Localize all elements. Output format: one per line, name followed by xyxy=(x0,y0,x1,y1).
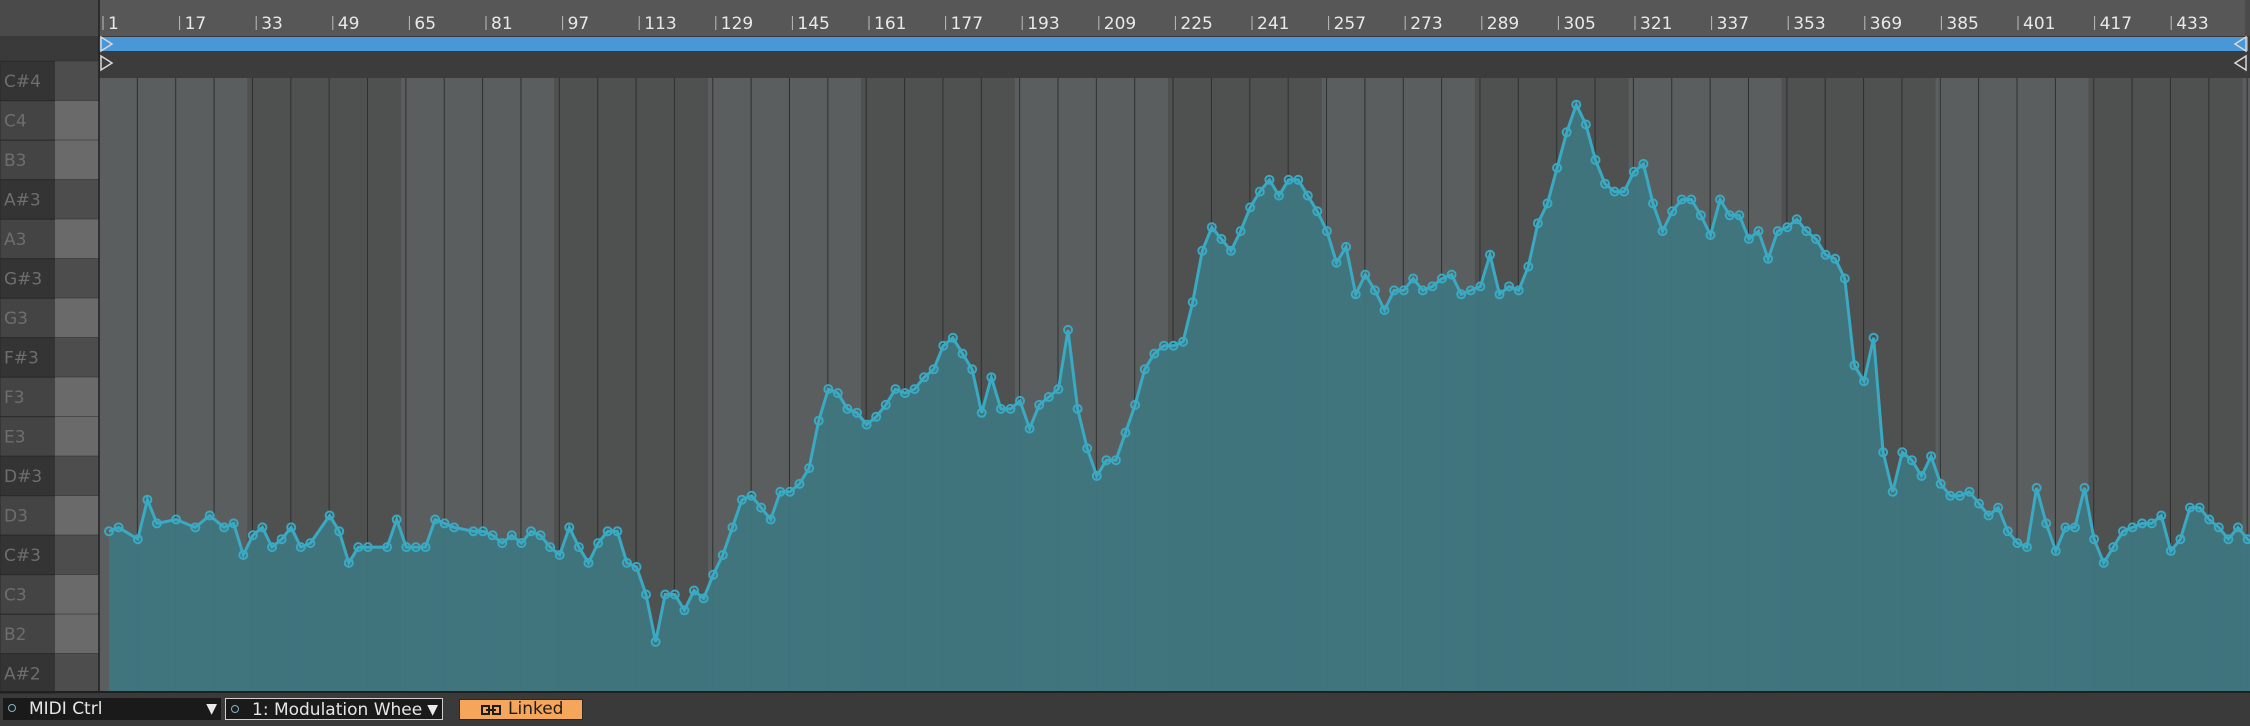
ruler-bar-label: 401 xyxy=(2023,14,2055,34)
piano-key-shade xyxy=(55,219,99,259)
control-indicator-icon xyxy=(231,705,239,713)
ruler-bar-label: 113 xyxy=(644,14,676,34)
control-chooser[interactable]: 1: Modulation Whee ▼ xyxy=(225,698,443,720)
piano-key-shade xyxy=(55,416,99,457)
ruler-bar-label: 417 xyxy=(2100,14,2132,34)
piano-key-shade xyxy=(55,100,99,141)
ruler-bar-label: 17 xyxy=(185,14,207,34)
ruler-bar-label: 145 xyxy=(797,14,829,34)
link-icon xyxy=(481,705,501,715)
ruler-bar-label: 225 xyxy=(1180,14,1212,34)
ruler-bar-label: 241 xyxy=(1257,14,1289,34)
piano-key-label: A3 xyxy=(4,230,26,250)
piano-key-label: C3 xyxy=(4,586,27,606)
midi-envelope-editor[interactable]: 1 17 33 49 65 81 97 113 129 145 161 177 193 209 225 241… xyxy=(0,0,2250,726)
control-chooser-label: 1: Modulation Whee xyxy=(252,700,423,720)
ruler-bar-label: 193 xyxy=(1027,14,1059,34)
piano-key-label: A#3 xyxy=(4,191,41,211)
ruler-bar-label: 65 xyxy=(414,14,436,34)
ruler-bar-label: 353 xyxy=(1793,14,1825,34)
ruler-bar-label: 305 xyxy=(1563,14,1595,34)
piano-key-label: F#3 xyxy=(4,349,39,369)
ruler-bar-label: 81 xyxy=(491,14,513,34)
piano-key-label: D3 xyxy=(4,507,28,527)
ruler-bar-label: 97 xyxy=(568,14,590,34)
piano-key-label: C4 xyxy=(4,112,27,132)
piano-key-shade xyxy=(55,140,99,180)
piano-key-label: A#2 xyxy=(4,665,41,685)
editor-canvas[interactable]: 1 17 33 49 65 81 97 113 129 145 161 177 193 209 225 241… xyxy=(0,0,2250,694)
piano-key-label: B2 xyxy=(4,625,26,645)
piano-key-label: G#3 xyxy=(4,270,42,290)
device-chooser[interactable]: MIDI Ctrl ▼ xyxy=(3,698,221,720)
ruler-bar-label: 289 xyxy=(1487,14,1519,34)
piano-key-shade xyxy=(55,495,99,536)
piano-key-shade xyxy=(55,456,99,496)
ruler-bar-label: 385 xyxy=(1946,14,1978,34)
ruler-corner xyxy=(0,0,99,36)
piano-key-shade xyxy=(55,179,99,220)
piano-key-label: B3 xyxy=(4,151,26,171)
ruler-bar-label: 337 xyxy=(1717,14,1749,34)
linked-label: Linked xyxy=(508,699,564,719)
piano-key-label: E3 xyxy=(4,428,26,448)
piano-key-shade xyxy=(55,377,99,417)
ruler-bar-label: 161 xyxy=(874,14,906,34)
loop-brace[interactable] xyxy=(99,37,2248,51)
piano-key-label: C#4 xyxy=(4,72,41,92)
device-indicator-icon xyxy=(8,704,16,712)
ruler-bar-label: 369 xyxy=(1870,14,1902,34)
ruler-bar-label: 177 xyxy=(951,14,983,34)
ruler-bar-label: 321 xyxy=(1640,14,1672,34)
piano-key-shade xyxy=(55,574,99,615)
device-chooser-label: MIDI Ctrl xyxy=(29,699,103,719)
ruler-bar-label: 433 xyxy=(2176,14,2208,34)
footer-bar: MIDI Ctrl ▼ 1: Modulation Whee ▼ Linked xyxy=(0,694,2250,726)
control-chooser-arrow-icon: ▼ xyxy=(427,702,438,718)
piano-key-shade xyxy=(55,61,99,101)
piano-key-shade xyxy=(55,653,99,694)
piano-key-label: F3 xyxy=(4,388,25,408)
linked-button[interactable]: Linked xyxy=(459,699,583,720)
piano-key-shade xyxy=(55,258,99,299)
piano-key-shade xyxy=(55,535,99,575)
piano-key-shade xyxy=(55,614,99,654)
piano-key-shade xyxy=(55,298,99,338)
ruler-bar-label: 257 xyxy=(1334,14,1366,34)
ruler-bar-label: 49 xyxy=(338,14,360,34)
device-chooser-arrow-icon: ▼ xyxy=(206,701,217,717)
ruler-bar-label: 209 xyxy=(1104,14,1136,34)
ruler-bar-label: 273 xyxy=(1410,14,1442,34)
ruler-bar-label: 129 xyxy=(721,14,753,34)
piano-key-label: C#3 xyxy=(4,546,41,566)
piano-key-shade xyxy=(55,337,99,378)
ruler-bar-label: 1 xyxy=(108,14,119,34)
ruler-bar-label: 33 xyxy=(261,14,283,34)
piano-key-label: G3 xyxy=(4,309,28,329)
marker-strip[interactable] xyxy=(99,52,2248,78)
piano-key-label: D#3 xyxy=(4,467,42,487)
